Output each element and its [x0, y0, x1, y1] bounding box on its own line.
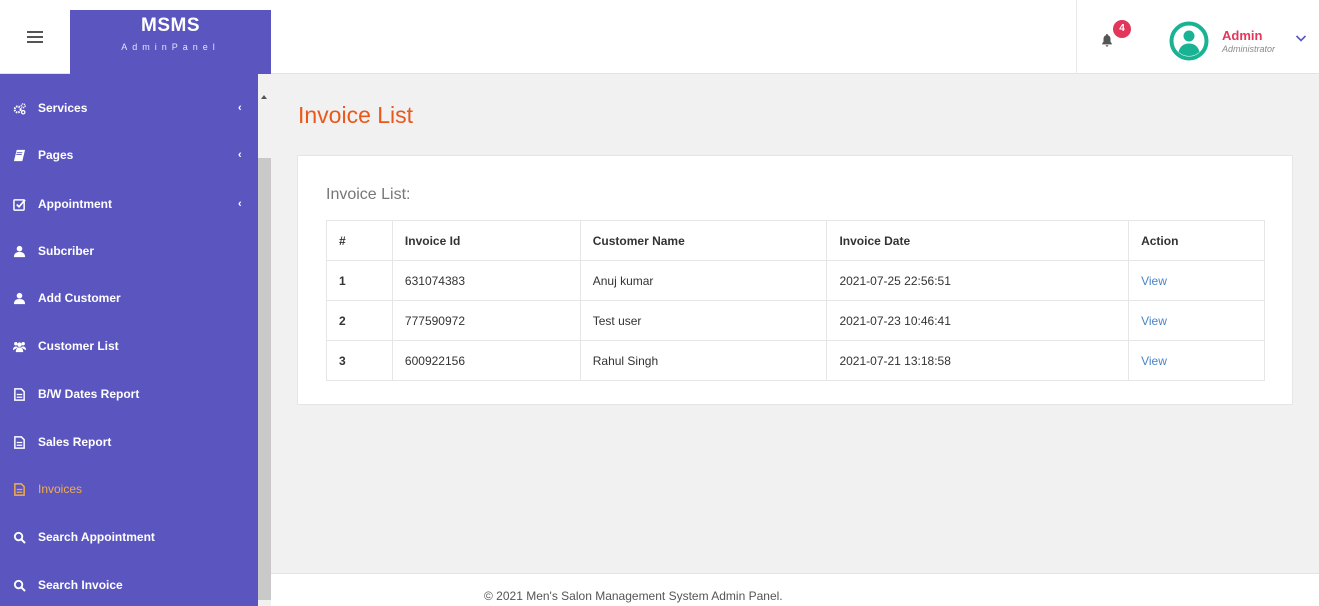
file-icon	[12, 435, 26, 449]
view-link[interactable]: View	[1141, 274, 1167, 288]
brand-subtitle: AdminPanel	[121, 42, 220, 52]
invoice-date: 2021-07-21 13:18:58	[826, 340, 1130, 381]
scroll-up-arrow-icon[interactable]	[261, 95, 267, 99]
notification-badge: 4	[1113, 20, 1131, 38]
table-row: 3 600922156 Rahul Singh 2021-07-21 13:18…	[326, 340, 1265, 381]
bell-icon[interactable]	[1100, 33, 1114, 47]
avatar[interactable]	[1169, 21, 1209, 61]
row-number: 1	[326, 260, 393, 301]
sidebar-item-bw-dates-report[interactable]: B/W Dates Report	[0, 370, 258, 418]
customer-name: Rahul Singh	[579, 340, 828, 381]
invoice-date: 2021-07-23 10:46:41	[826, 300, 1130, 341]
file-icon	[12, 482, 26, 496]
sidebar-item-label: Appointment	[38, 197, 112, 211]
invoice-id: 777590972	[391, 300, 581, 341]
user-icon	[12, 291, 26, 305]
top-navbar: MSMS AdminPanel 4 Admin Administrator	[0, 0, 1319, 74]
search-icon	[12, 530, 26, 544]
user-name[interactable]: Admin	[1222, 28, 1262, 43]
book-icon	[12, 148, 26, 162]
column-header: Invoice Id	[391, 220, 581, 261]
table-row: 1 631074383 Anuj kumar 2021-07-25 22:56:…	[326, 260, 1265, 301]
check-square-icon	[12, 197, 26, 211]
hamburger-icon	[27, 28, 43, 46]
sidebar-item-invoices[interactable]: Invoices	[0, 465, 258, 513]
chevron-left-icon: ‹	[238, 198, 242, 210]
sidebar-item-label: Services	[38, 101, 88, 115]
sidebar-item-label: Pages	[38, 148, 74, 162]
sidebar-item-search-appointment[interactable]: Search Appointment	[0, 513, 258, 561]
card-title: Invoice List:	[326, 186, 411, 203]
invoice-table: # Invoice Id Customer Name Invoice Date …	[326, 220, 1265, 381]
sidebar-item-customer-list[interactable]: Customer List	[0, 322, 258, 370]
invoice-card: Invoice List: # Invoice Id Customer Name…	[297, 155, 1293, 405]
sidebar-item-add-customer[interactable]: Add Customer	[0, 274, 258, 322]
invoice-id: 600922156	[391, 340, 581, 381]
sidebar-item-pages[interactable]: Pages ‹	[0, 131, 258, 179]
sidebar-item-label: Sales Report	[38, 435, 112, 449]
user-area: 4 Admin Administrator	[1076, 0, 1319, 74]
sidebar-item-appointment[interactable]: Appointment ‹	[0, 180, 258, 228]
user-role: Administrator	[1222, 44, 1276, 54]
cogs-icon	[12, 101, 26, 115]
footer-text: © 2021 Men's Salon Management System Adm…	[484, 589, 783, 603]
sidebar: Services ‹ Pages ‹ Appointment ‹ Subcrib…	[0, 74, 271, 606]
column-header: Action	[1128, 220, 1265, 261]
sidebar-item-label: B/W Dates Report	[38, 387, 140, 401]
column-header: #	[326, 220, 393, 261]
sidebar-item-label: Subcriber	[38, 244, 95, 258]
users-icon	[12, 339, 26, 353]
chevron-left-icon: ‹	[238, 102, 242, 114]
user-icon	[12, 244, 26, 258]
page-title: Invoice List	[298, 102, 414, 128]
chevron-left-icon: ‹	[238, 149, 242, 161]
sidebar-item-label: Search Appointment	[38, 530, 155, 544]
sidebar-item-subcriber[interactable]: Subcriber	[0, 227, 258, 275]
sidebar-item-search-invoice[interactable]: Search Invoice	[0, 561, 258, 606]
sidebar-item-sales-report[interactable]: Sales Report	[0, 418, 258, 466]
table-header-row: # Invoice Id Customer Name Invoice Date …	[326, 220, 1265, 261]
sidebar-item-services[interactable]: Services ‹	[0, 84, 258, 132]
chevron-down-icon[interactable]	[1295, 31, 1307, 43]
invoice-id: 631074383	[391, 260, 581, 301]
brand-logo[interactable]: MSMS AdminPanel	[70, 10, 271, 74]
sidebar-item-label: Customer List	[38, 339, 119, 353]
menu-toggle-button[interactable]	[0, 0, 70, 74]
search-icon	[12, 578, 26, 592]
sidebar-item-label: Add Customer	[38, 291, 121, 305]
row-number: 2	[326, 300, 393, 341]
sidebar-item-label: Invoices	[38, 482, 83, 496]
table-row: 2 777590972 Test user 2021-07-23 10:46:4…	[326, 300, 1265, 341]
brand-name: MSMS	[141, 15, 200, 36]
view-link[interactable]: View	[1141, 354, 1167, 368]
invoice-date: 2021-07-25 22:56:51	[826, 260, 1130, 301]
file-icon	[12, 387, 26, 401]
column-header: Customer Name	[579, 220, 828, 261]
view-link[interactable]: View	[1141, 314, 1167, 328]
row-number: 3	[326, 340, 393, 381]
footer: © 2021 Men's Salon Management System Adm…	[271, 573, 1319, 606]
column-header: Invoice Date	[826, 220, 1130, 261]
sidebar-item-label: Search Invoice	[38, 578, 123, 592]
customer-name: Anuj kumar	[579, 260, 828, 301]
customer-name: Test user	[579, 300, 828, 341]
sidebar-scrollbar-thumb[interactable]	[258, 158, 271, 600]
